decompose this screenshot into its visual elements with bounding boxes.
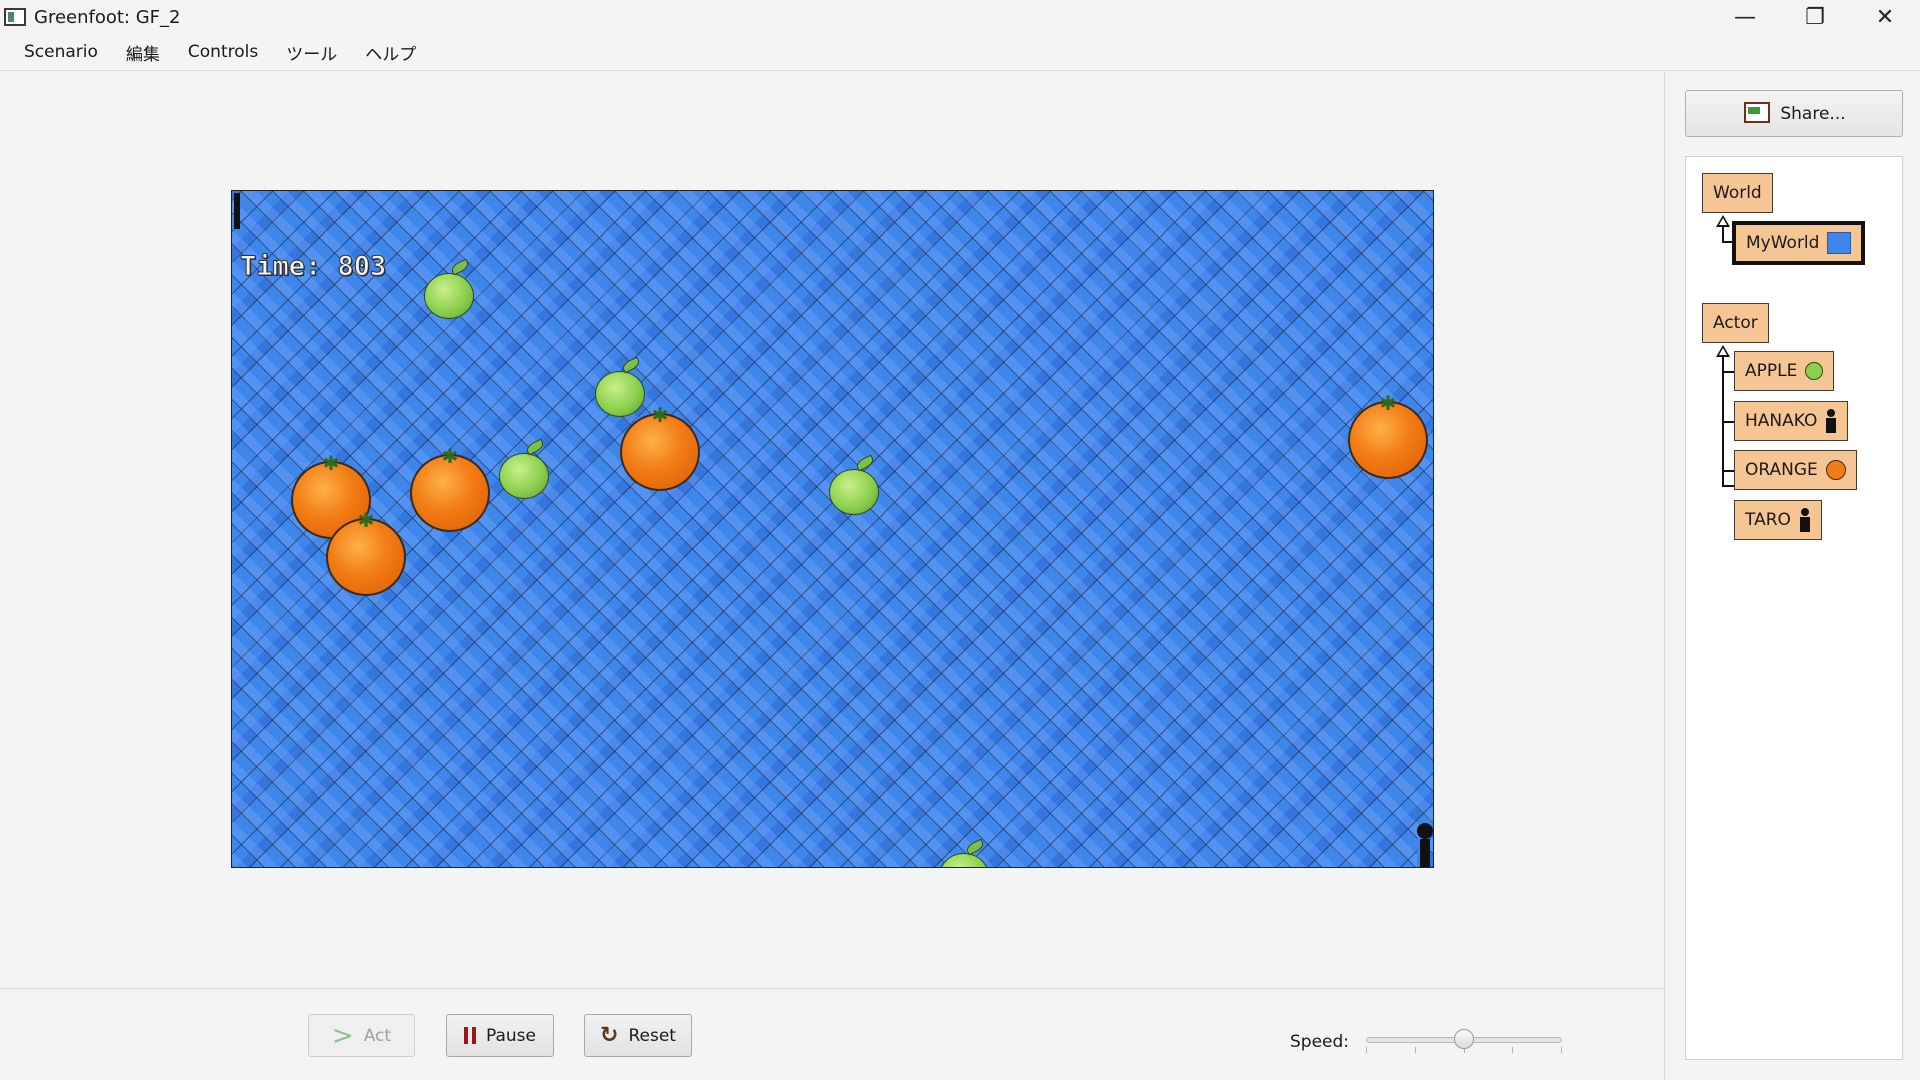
act-label: Act — [363, 1025, 392, 1046]
reset-button[interactable]: ↻ Reset — [584, 1014, 692, 1057]
menu-edit[interactable]: 編集 — [112, 40, 174, 65]
reset-label: Reset — [628, 1025, 676, 1046]
class-orange-label: ORANGE — [1745, 460, 1818, 480]
apple-actor[interactable] — [595, 371, 645, 417]
tree-line — [1722, 371, 1734, 373]
minimize-button[interactable]: — — [1710, 0, 1780, 34]
window-title: Greenfoot: GF_2 — [34, 6, 181, 28]
time-counter: Time: 803 — [239, 251, 387, 283]
main-area: Time: 803 — [0, 72, 1664, 988]
class-taro-label: TARO — [1745, 510, 1791, 530]
menu-bar: Scenario 編集 Controls ツール ヘルプ — [0, 34, 1920, 71]
class-orange[interactable]: ORANGE — [1734, 450, 1857, 490]
greenfoot-app-icon — [4, 8, 26, 26]
class-hanako[interactable]: HANAKO — [1734, 401, 1849, 441]
class-myworld[interactable]: MyWorld — [1732, 221, 1866, 265]
tree-line — [1722, 355, 1724, 485]
tree-line — [1722, 470, 1734, 472]
window-controls: — ❐ ✕ — [1710, 0, 1920, 34]
speed-label: Speed: — [1290, 1032, 1350, 1052]
share-button[interactable]: Share... — [1685, 90, 1903, 137]
menu-controls[interactable]: Controls — [174, 42, 272, 62]
speed-slider[interactable] — [1366, 1027, 1562, 1057]
easel-icon — [1742, 100, 1771, 128]
person-icon — [1825, 409, 1837, 433]
share-label: Share... — [1780, 103, 1846, 124]
menu-scenario[interactable]: Scenario — [10, 42, 112, 62]
reset-icon: ↻ — [600, 1022, 619, 1048]
pause-icon — [464, 1027, 476, 1044]
orange-actor[interactable] — [326, 518, 406, 596]
pause-button[interactable]: Pause — [446, 1014, 554, 1057]
class-world-label: World — [1713, 183, 1762, 203]
title-bar: Greenfoot: GF_2 — ❐ ✕ — [0, 0, 1920, 34]
class-myworld-label: MyWorld — [1746, 233, 1820, 253]
class-hanako-label: HANAKO — [1745, 411, 1818, 431]
apple-icon — [1805, 362, 1824, 380]
class-world[interactable]: World — [1702, 173, 1773, 213]
orange-actor[interactable] — [620, 413, 700, 491]
class-taro[interactable]: TARO — [1734, 500, 1822, 540]
act-button[interactable]: > Act — [308, 1014, 415, 1057]
class-actor-label: Actor — [1713, 313, 1758, 333]
class-apple-label: APPLE — [1745, 361, 1798, 381]
world-thumbnail-icon — [1827, 232, 1852, 254]
apple-actor[interactable] — [499, 453, 549, 499]
orange-actor[interactable] — [410, 454, 490, 532]
control-bar: > Act Pause ↻ Reset Speed: — [0, 988, 1664, 1080]
class-apple[interactable]: APPLE — [1734, 351, 1835, 391]
apple-actor[interactable] — [939, 853, 989, 867]
taro-actor[interactable] — [1415, 823, 1433, 867]
act-arrow-icon: > — [331, 1020, 354, 1051]
apple-actor[interactable] — [424, 273, 474, 319]
close-button[interactable]: ✕ — [1850, 0, 1920, 34]
right-panel: Share... World MyWorld Actor APPLE HANAK… — [1664, 72, 1920, 1080]
tree-line — [1722, 485, 1734, 487]
orange-icon — [1825, 460, 1846, 480]
hanako-actor[interactable] — [232, 191, 244, 231]
world-canvas[interactable]: Time: 803 — [231, 190, 1434, 868]
speed-slider-thumb[interactable] — [1454, 1029, 1474, 1049]
pause-label: Pause — [486, 1025, 536, 1046]
person-icon — [1799, 508, 1811, 532]
class-tree: World MyWorld Actor APPLE HANAKO ORANGE — [1685, 156, 1903, 1060]
menu-tools[interactable]: ツール — [272, 40, 351, 65]
menu-help[interactable]: ヘルプ — [351, 40, 430, 65]
restore-button[interactable]: ❐ — [1780, 0, 1850, 34]
class-actor[interactable]: Actor — [1702, 303, 1769, 343]
orange-actor[interactable] — [1348, 401, 1428, 479]
tree-line — [1722, 241, 1732, 243]
tree-line — [1722, 225, 1724, 241]
tree-line — [1722, 421, 1734, 423]
apple-actor[interactable] — [829, 469, 879, 515]
